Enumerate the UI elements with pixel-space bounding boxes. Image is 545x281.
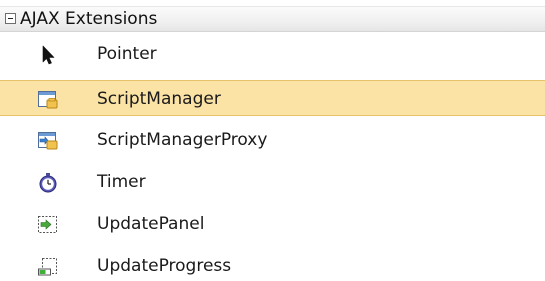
toolbox-item-label: ScriptManagerProxy [97, 130, 268, 150]
toolbox-item-updateprogress[interactable]: UpdateProgress [0, 248, 545, 281]
update-panel-icon [37, 214, 59, 236]
update-progress-icon [37, 256, 59, 278]
script-manager-proxy-icon [37, 130, 59, 152]
group-title: AJAX Extensions [20, 9, 158, 29]
toolbox-item-updatepanel[interactable]: UpdatePanel [0, 206, 545, 242]
toolbox-panel: AJAX Extensions Pointer ScriptManager Sc… [0, 0, 545, 281]
stopwatch-icon [37, 172, 59, 194]
toolbox-item-scriptmanager[interactable]: ScriptManager [0, 80, 545, 116]
toolbox-item-label: UpdateProgress [97, 256, 232, 276]
toolbox-item-timer[interactable]: Timer [0, 164, 545, 200]
collapse-minus-icon[interactable] [5, 13, 16, 24]
pointer-arrow-icon [37, 44, 59, 66]
toolbox-item-scriptmanagerproxy[interactable]: ScriptManagerProxy [0, 122, 545, 158]
script-manager-icon [37, 89, 59, 111]
toolbox-item-label: Timer [97, 172, 146, 192]
group-header-ajax-extensions[interactable]: AJAX Extensions [0, 6, 545, 32]
toolbox-item-label: ScriptManager [97, 89, 221, 109]
toolbox-item-pointer[interactable]: Pointer [0, 36, 545, 72]
toolbox-item-label: Pointer [97, 44, 157, 64]
toolbox-item-label: UpdatePanel [97, 214, 205, 234]
